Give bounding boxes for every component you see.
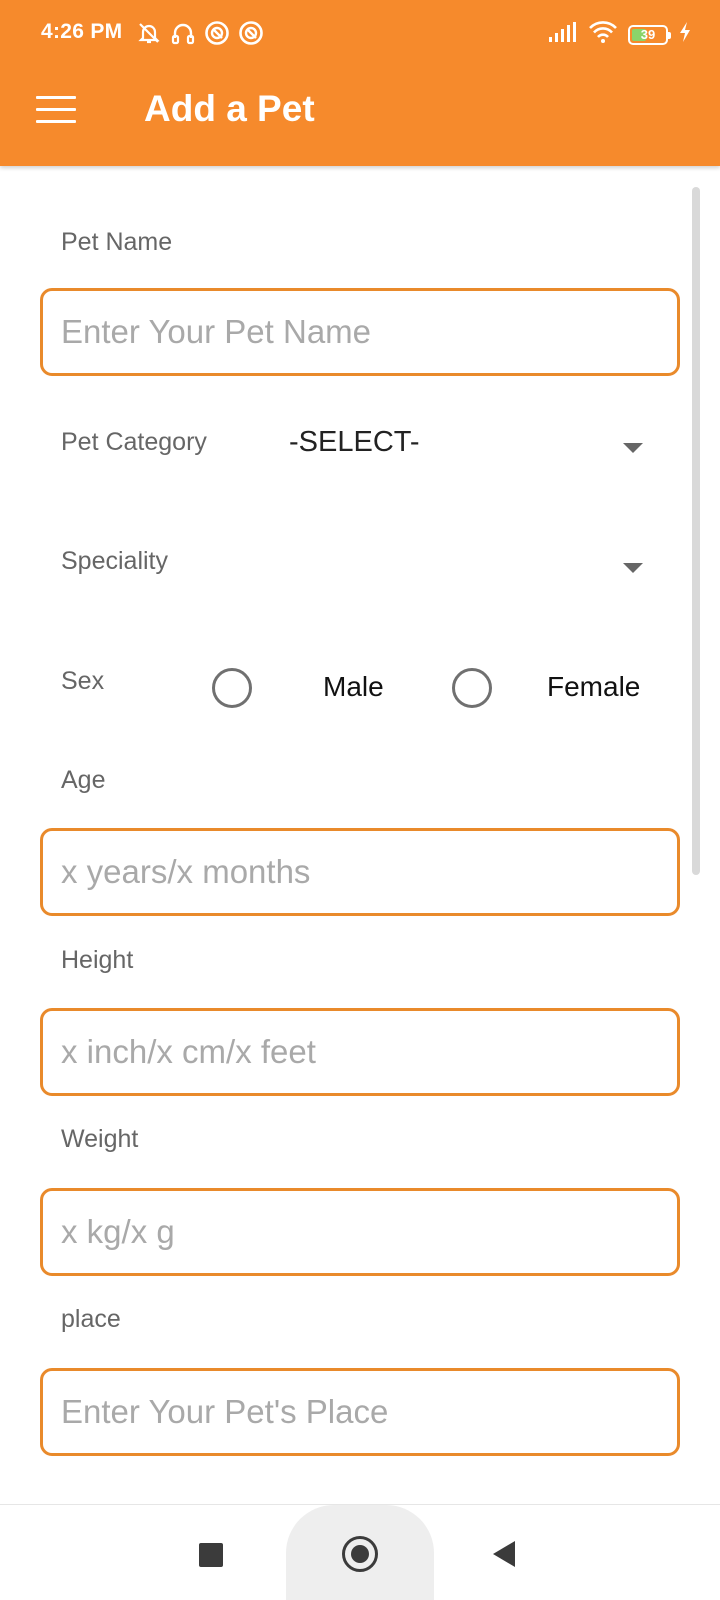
page-title: Add a Pet — [144, 88, 315, 129]
battery-level: 39 — [640, 26, 656, 42]
weight-label: Weight — [61, 1125, 139, 1153]
pet-category-selected: -SELECT- — [289, 426, 420, 458]
status-system-icons: 39 — [548, 20, 692, 49]
hamburger-menu-icon[interactable] — [36, 96, 76, 126]
system-nav-bar — [0, 1504, 720, 1600]
speciality-dropdown[interactable] — [270, 525, 660, 595]
sex-female-label[interactable]: Female — [547, 671, 640, 703]
app-notification-icon — [238, 20, 264, 46]
back-icon[interactable] — [493, 1541, 515, 1567]
sex-male-radio[interactable] — [212, 668, 252, 708]
pet-name-input[interactable] — [43, 291, 677, 373]
battery-tip — [668, 31, 671, 39]
wifi-icon — [588, 20, 618, 49]
height-label: Height — [61, 946, 134, 974]
height-field[interactable] — [40, 1008, 680, 1096]
status-time: 4:26 PM — [41, 20, 123, 43]
charging-icon — [678, 21, 692, 48]
place-input[interactable] — [43, 1371, 677, 1453]
app-notification-icon — [204, 20, 230, 46]
pet-category-chevron-down-icon[interactable] — [623, 443, 643, 453]
weight-input[interactable] — [43, 1191, 677, 1273]
place-field[interactable] — [40, 1368, 680, 1456]
add-pet-screen: 4:26 PM 39 Add a Pet Pet Name Enter Your… — [0, 0, 720, 1600]
battery-icon: 39 — [628, 24, 671, 45]
sex-female-radio[interactable] — [452, 668, 492, 708]
speciality-label: Speciality — [61, 547, 168, 575]
home-icon[interactable] — [342, 1536, 378, 1572]
sex-male-label[interactable]: Male — [323, 671, 384, 703]
age-input[interactable] — [43, 831, 677, 913]
form-content: Pet Name Pet Category -SELECT- Specialit… — [0, 166, 720, 1504]
pet-category-label: Pet Category — [61, 428, 207, 456]
status-bar: 4:26 PM 39 — [0, 0, 720, 70]
headset-icon — [170, 20, 196, 46]
age-label: Age — [61, 766, 106, 794]
alarm-off-icon — [136, 20, 162, 46]
app-bar: 4:26 PM 39 Add a Pet — [0, 0, 720, 166]
age-field[interactable] — [40, 828, 680, 916]
pet-name-field[interactable] — [40, 288, 680, 376]
sex-label: Sex — [61, 667, 105, 695]
pet-name-label: Pet Name — [61, 228, 173, 256]
weight-field[interactable] — [40, 1188, 680, 1276]
scrollbar[interactable] — [692, 187, 700, 875]
speciality-chevron-down-icon[interactable] — [623, 563, 643, 573]
recents-icon[interactable] — [199, 1543, 223, 1567]
status-notification-icons — [136, 20, 264, 46]
place-label: place — [61, 1305, 121, 1333]
height-input[interactable] — [43, 1011, 677, 1093]
signal-icon — [548, 21, 578, 48]
